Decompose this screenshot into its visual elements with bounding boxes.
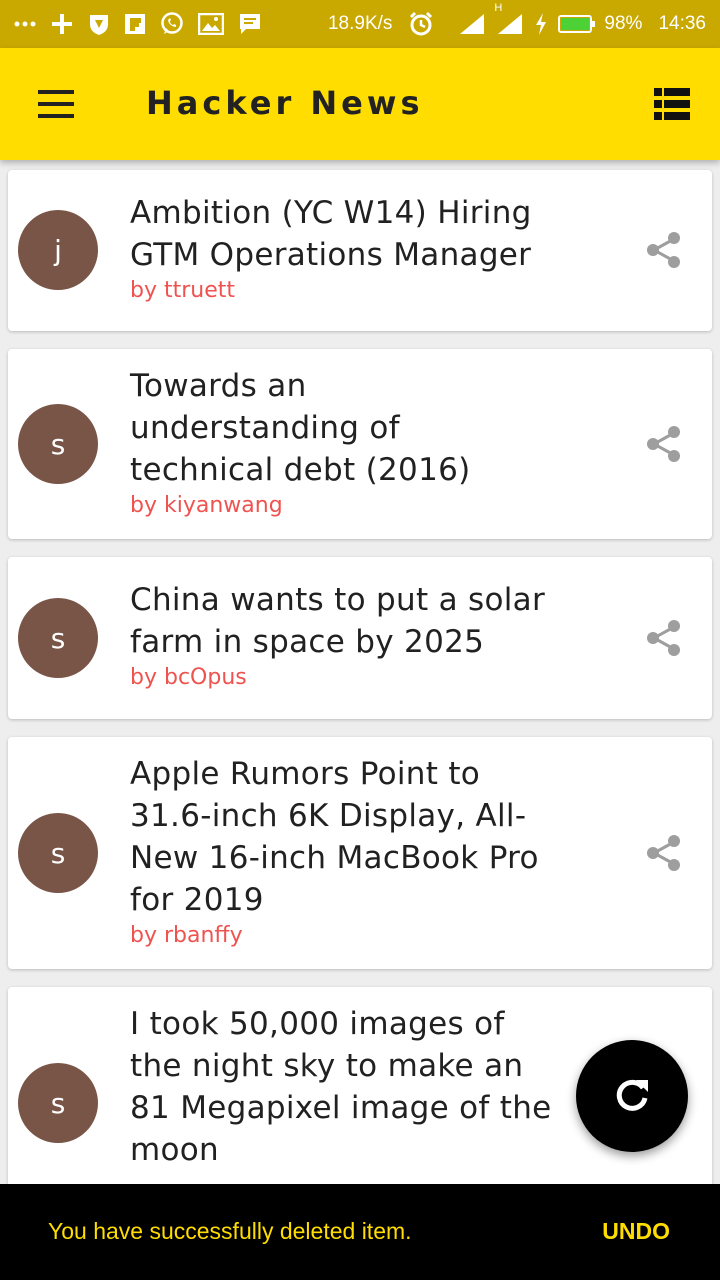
app-title: Hacker News <box>146 84 424 122</box>
avatar: s <box>18 813 98 893</box>
shield-icon <box>88 12 110 36</box>
plus-icon <box>50 12 74 36</box>
refresh-button[interactable] <box>576 1040 688 1152</box>
share-icon[interactable] <box>644 424 684 464</box>
story-author: by kiyanwang <box>130 493 283 518</box>
avatar: s <box>18 1063 98 1143</box>
story-title[interactable]: China wants to put a solar farm in space… <box>130 579 590 663</box>
story-author: by ttruett <box>130 278 236 303</box>
story-title[interactable]: I took 50,000 images of the night sky to… <box>130 1003 590 1171</box>
snackbar: You have successfully deleted item. UNDO <box>0 1184 720 1280</box>
avatar: j <box>18 210 98 290</box>
refresh-icon <box>616 1079 648 1111</box>
share-icon[interactable] <box>644 833 684 873</box>
story-title[interactable]: Towards an understanding of technical de… <box>130 365 590 491</box>
more-icon <box>14 20 36 28</box>
snackbar-message: You have successfully deleted item. <box>48 1218 412 1244</box>
story-card[interactable]: j Ambition (YC W14) Hiring GTM Operation… <box>8 170 712 331</box>
story-author: by rbanffy <box>130 923 243 948</box>
alarm-icon <box>408 11 434 37</box>
view-list-icon[interactable] <box>654 88 690 120</box>
share-icon[interactable] <box>644 618 684 658</box>
undo-button[interactable]: UNDO <box>602 1218 670 1245</box>
network-type-label: H <box>494 2 503 14</box>
app-bar: Hacker News <box>0 48 720 160</box>
clock: 14:36 <box>658 13 706 34</box>
avatar: s <box>18 404 98 484</box>
story-card[interactable]: s Towards an understanding of technical … <box>8 349 712 539</box>
story-title[interactable]: Ambition (YC W14) Hiring GTM Operations … <box>130 192 590 276</box>
battery-icon <box>558 15 596 33</box>
share-icon[interactable] <box>644 230 684 270</box>
charging-icon <box>534 12 548 36</box>
story-author: by bcOpus <box>130 665 247 690</box>
story-card[interactable]: s China wants to put a solar farm in spa… <box>8 557 712 719</box>
flipboard-icon <box>124 13 146 35</box>
image-icon <box>198 13 224 35</box>
message-icon <box>238 12 262 36</box>
signal-icon: H <box>494 2 524 36</box>
story-title[interactable]: Apple Rumors Point to 31.6-inch 6K Displ… <box>130 753 590 921</box>
battery-percent: 98% <box>604 13 643 34</box>
whatsapp-icon <box>160 12 184 36</box>
avatar: s <box>18 598 98 678</box>
status-bar: 18.9K/s H 98% 14:36 <box>0 0 720 48</box>
net-speed: 18.9K/s <box>327 13 393 34</box>
story-card[interactable]: s Apple Rumors Point to 31.6-inch 6K Dis… <box>8 737 712 969</box>
menu-icon[interactable] <box>36 90 76 118</box>
signal-icon <box>458 12 486 36</box>
